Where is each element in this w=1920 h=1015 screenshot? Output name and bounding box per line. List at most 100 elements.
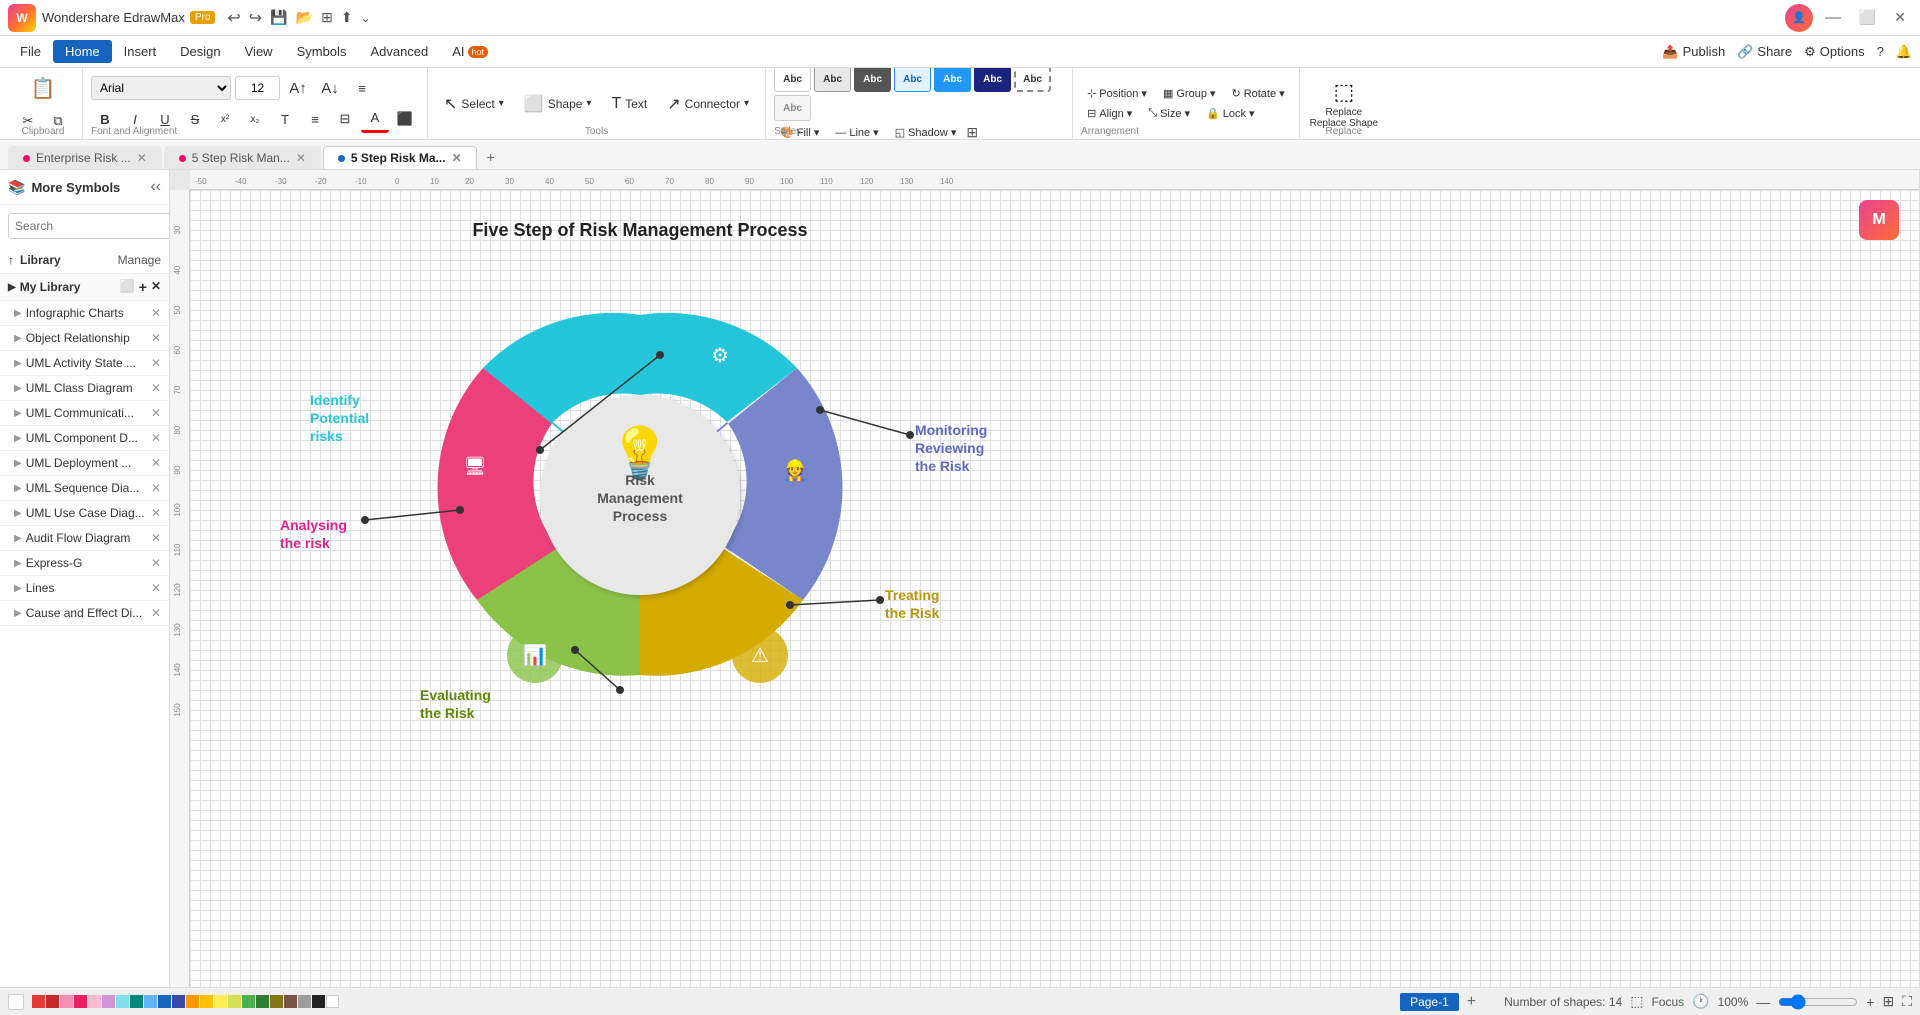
- close-lines[interactable]: ✕: [151, 581, 161, 595]
- color-swatch-dark-red[interactable]: [46, 995, 59, 1008]
- manage-btn[interactable]: Manage: [118, 253, 161, 267]
- more-btn[interactable]: ⌄: [361, 11, 371, 25]
- share-menu-btn[interactable]: 🔗Share: [1737, 44, 1792, 60]
- color-swatch-orange[interactable]: [186, 995, 199, 1008]
- color-swatch-gray[interactable]: [298, 995, 311, 1008]
- sidebar-item-uml-component[interactable]: ▶ UML Component D... ✕: [0, 426, 169, 451]
- close-uml-component[interactable]: ✕: [151, 431, 161, 445]
- color-swatch-yellow[interactable]: [214, 995, 227, 1008]
- tab-close-5step2[interactable]: ✕: [452, 151, 462, 165]
- highlight-btn[interactable]: ⬛: [391, 105, 419, 133]
- font-color-btn[interactable]: A: [361, 105, 389, 133]
- sidebar-item-expressg[interactable]: ▶ Express-G ✕: [0, 551, 169, 576]
- font-size-input[interactable]: [235, 76, 280, 100]
- sidebar-item-uml-comm[interactable]: ▶ UML Communicati... ✕: [0, 401, 169, 426]
- timer-icon[interactable]: 🕐: [1692, 993, 1709, 1010]
- sidebar-item-cause[interactable]: ▶ Cause and Effect Di... ✕: [0, 601, 169, 626]
- color-swatch-amber[interactable]: [200, 995, 213, 1008]
- color-swatch-lime[interactable]: [228, 995, 241, 1008]
- color-swatch-hot-pink[interactable]: [74, 995, 87, 1008]
- sidebar-item-audit[interactable]: ▶ Audit Flow Diagram ✕: [0, 526, 169, 551]
- save-btn[interactable]: 💾: [270, 9, 287, 26]
- color-swatch-olive[interactable]: [270, 995, 283, 1008]
- fit-page-btn[interactable]: ⊞: [1882, 993, 1894, 1010]
- color-swatch-purple-light[interactable]: [102, 995, 115, 1008]
- options-btn[interactable]: ⚙Options: [1804, 44, 1864, 60]
- text-tool-btn[interactable]: T Text: [603, 91, 655, 117]
- replace-shape-btn[interactable]: ⬚ Replace Replace Shape: [1310, 79, 1378, 129]
- numbering-btn[interactable]: ⊟: [331, 105, 359, 133]
- align-arrange-btn[interactable]: ⊟Align▾: [1081, 105, 1138, 122]
- zoom-out-btn[interactable]: —: [1756, 994, 1770, 1010]
- size-btn[interactable]: ⤡Size▾: [1142, 105, 1196, 122]
- donut-chart[interactable]: ⚙ 👷 ⚠ 📊: [230, 240, 1050, 740]
- connector-tool-btn[interactable]: ↗ Connector ▾: [659, 90, 757, 118]
- search-input[interactable]: [8, 213, 170, 239]
- zoom-slider[interactable]: [1778, 995, 1858, 1009]
- menu-view[interactable]: View: [233, 40, 285, 63]
- lock-btn[interactable]: 🔒Lock▾: [1200, 105, 1260, 122]
- subscript-btn[interactable]: x₂: [241, 105, 269, 133]
- menu-ai[interactable]: AI hot: [440, 40, 500, 63]
- menu-design[interactable]: Design: [168, 40, 232, 63]
- close-infographic[interactable]: ✕: [151, 306, 161, 320]
- close-uml-class[interactable]: ✕: [151, 381, 161, 395]
- sidebar-item-uml-activity[interactable]: ▶ UML Activity State ... ✕: [0, 351, 169, 376]
- style-swatch-3[interactable]: Abc: [854, 68, 891, 92]
- color-swatch-indigo[interactable]: [172, 995, 185, 1008]
- tab-close-5step1[interactable]: ✕: [296, 151, 306, 165]
- template-btn[interactable]: ⊞: [321, 9, 333, 26]
- sidebar-item-object[interactable]: ▶ Object Relationship ✕: [0, 326, 169, 351]
- style-swatch-6[interactable]: Abc: [974, 68, 1011, 92]
- superscript-btn[interactable]: x²: [211, 105, 239, 133]
- style-swatch-5[interactable]: Abc: [934, 68, 971, 92]
- tab-enterprise[interactable]: Enterprise Risk ... ✕: [8, 146, 162, 169]
- style-swatch-2[interactable]: Abc: [814, 68, 851, 92]
- menu-home[interactable]: Home: [53, 40, 112, 63]
- menu-file[interactable]: File: [8, 40, 53, 63]
- close-uml-usecase[interactable]: ✕: [151, 506, 161, 520]
- my-library-item[interactable]: ▶ My Library ⬜ + ✕: [0, 274, 169, 301]
- style-swatch-4[interactable]: Abc: [894, 68, 931, 92]
- share-btn[interactable]: ⬆: [341, 9, 353, 26]
- color-swatch-teal[interactable]: [130, 995, 143, 1008]
- close-cause[interactable]: ✕: [151, 606, 161, 620]
- font-family-select[interactable]: Arial: [91, 76, 231, 100]
- sidebar-item-infographic[interactable]: ▶ Infographic Charts ✕: [0, 301, 169, 326]
- my-library-add[interactable]: +: [139, 279, 147, 295]
- color-swatch-blue[interactable]: [158, 995, 171, 1008]
- help-btn[interactable]: ?: [1877, 44, 1884, 59]
- add-tab-btn[interactable]: +: [479, 145, 503, 169]
- tab-close-enterprise[interactable]: ✕: [137, 151, 147, 165]
- fill-color-indicator[interactable]: [8, 994, 24, 1010]
- clear-format-btn[interactable]: T: [271, 105, 299, 133]
- sidebar-item-uml-usecase[interactable]: ▶ UML Use Case Diag... ✕: [0, 501, 169, 526]
- color-swatch-blue-light[interactable]: [144, 995, 157, 1008]
- line-btn[interactable]: —Line▾: [829, 124, 884, 140]
- sidebar-item-lines[interactable]: ▶ Lines ✕: [0, 576, 169, 601]
- group-btn[interactable]: ▦Group▾: [1157, 85, 1222, 102]
- diagram-container[interactable]: Five Step of Risk Management Process ⚙: [230, 210, 1050, 750]
- maximize-btn[interactable]: ⬜: [1853, 9, 1882, 26]
- focus-btn[interactable]: Focus: [1651, 995, 1684, 1009]
- my-library-export[interactable]: ⬜: [120, 279, 135, 295]
- redo-btn[interactable]: ↪: [249, 8, 262, 28]
- increase-font-btn[interactable]: A↑: [284, 74, 312, 102]
- tab-5step-2[interactable]: 5 Step Risk Ma... ✕: [323, 146, 477, 169]
- close-uml-activity[interactable]: ✕: [151, 356, 161, 370]
- menu-symbols[interactable]: Symbols: [285, 40, 359, 63]
- page-tab-1[interactable]: Page-1: [1400, 993, 1459, 1011]
- notifications-btn[interactable]: 🔔: [1896, 44, 1912, 60]
- color-swatch-white[interactable]: [326, 995, 339, 1008]
- color-swatch-pink[interactable]: [60, 995, 73, 1008]
- my-library-close[interactable]: ✕: [151, 279, 161, 295]
- close-audit[interactable]: ✕: [151, 531, 161, 545]
- publish-btn[interactable]: 📤Publish: [1662, 44, 1725, 60]
- color-swatch-light-pink[interactable]: [88, 995, 101, 1008]
- close-uml-comm[interactable]: ✕: [151, 406, 161, 420]
- styles-expand-btn[interactable]: ⊞: [966, 124, 978, 140]
- close-expressg[interactable]: ✕: [151, 556, 161, 570]
- color-swatch-red[interactable]: [32, 995, 45, 1008]
- color-swatch-dark-green[interactable]: [256, 995, 269, 1008]
- user-avatar[interactable]: 👤: [1785, 4, 1813, 32]
